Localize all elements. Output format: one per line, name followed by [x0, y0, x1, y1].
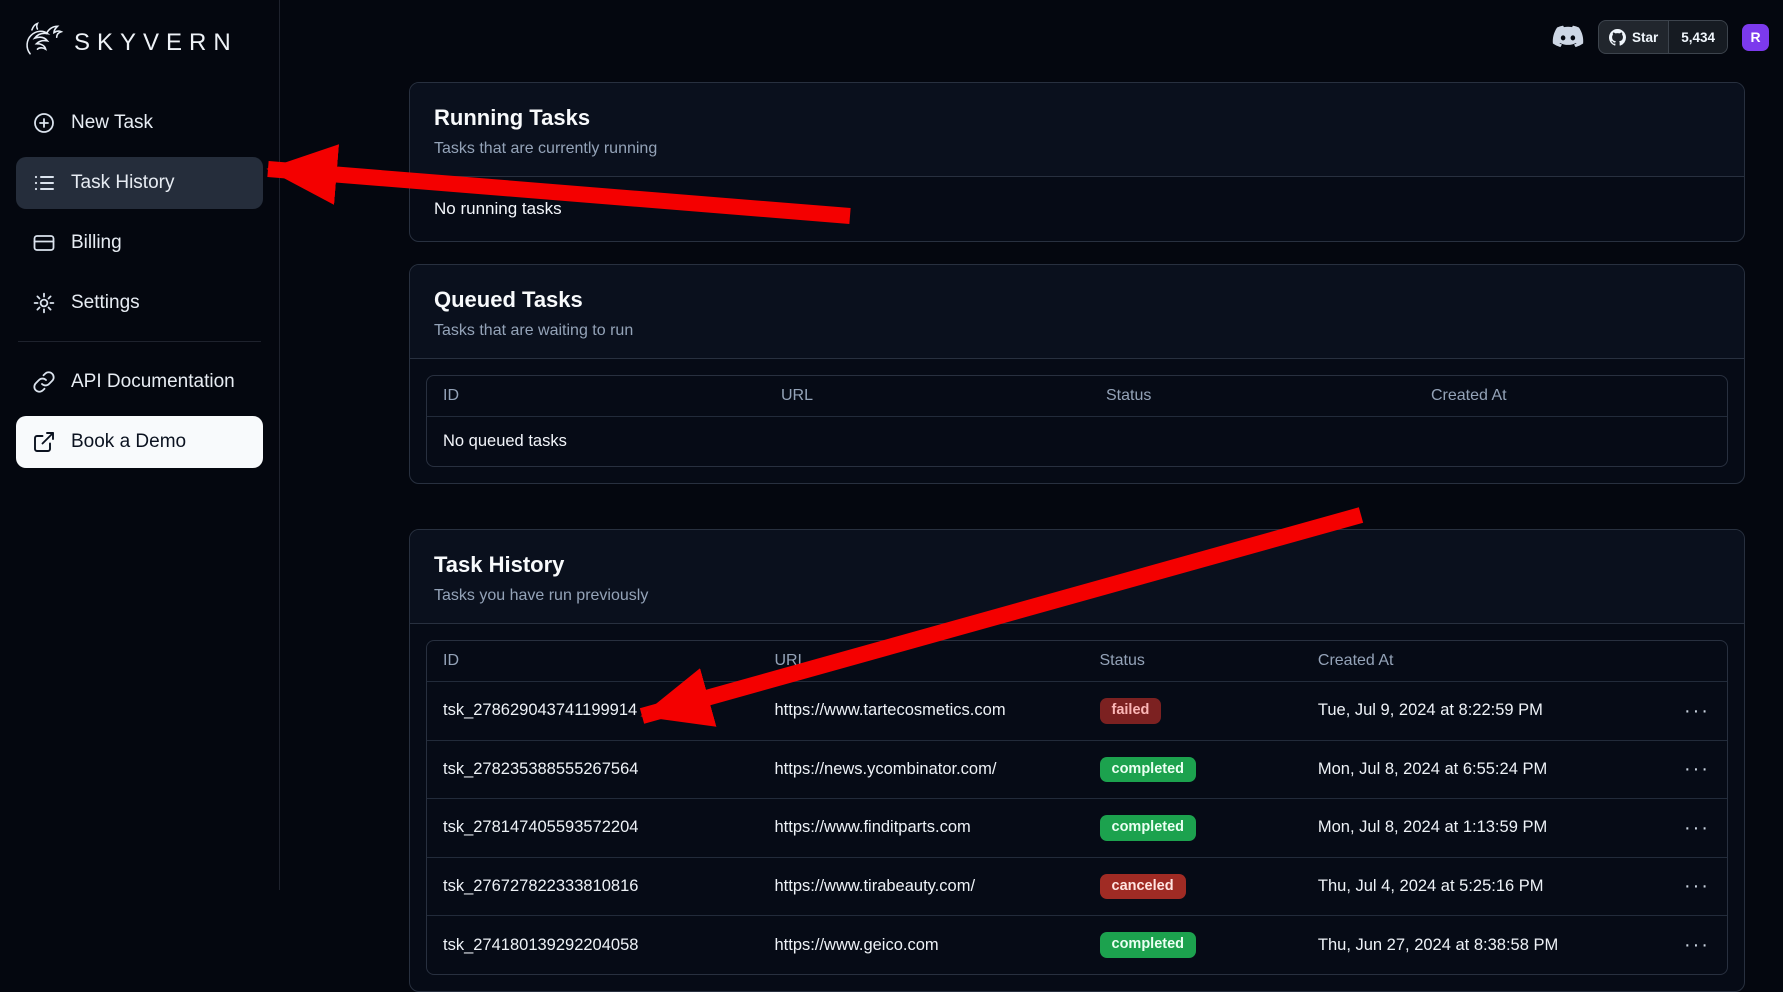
nav-label: Book a Demo — [71, 431, 186, 453]
status-badge: completed — [1100, 932, 1197, 958]
task-url-cell: https://news.ycombinator.com/ — [759, 744, 1084, 795]
avatar-initial: R — [1751, 29, 1761, 45]
skyvern-logo — [20, 18, 64, 67]
github-star-widget[interactable]: Star 5,434 — [1598, 20, 1728, 54]
running-tasks-title: Running Tasks — [434, 105, 1720, 131]
queued-tasks-table: ID URL Status Created At No queued tasks — [426, 375, 1728, 467]
sidebar-item-api-documentation[interactable]: API Documentation — [16, 356, 263, 408]
table-row[interactable]: tsk_276727822333810816 https://www.tirab… — [427, 857, 1727, 916]
task-url-cell: https://www.tirabeauty.com/ — [759, 861, 1084, 912]
running-tasks-subtitle: Tasks that are currently running — [434, 140, 1720, 158]
sidebar: SKYVERN New Task Task History Billing S — [0, 0, 280, 890]
queued-tasks-title: Queued Tasks — [434, 287, 1720, 313]
empty-row: No queued tasks — [427, 416, 1727, 466]
table-row[interactable]: tsk_278235388555267564 https://news.ycom… — [427, 740, 1727, 799]
task-history-table: ID URL Status Created At tsk_27862904374… — [426, 640, 1728, 975]
column-header-status: Status — [1090, 376, 1415, 416]
sidebar-item-settings[interactable]: Settings — [16, 277, 263, 329]
running-tasks-card: Running Tasks Tasks that are currently r… — [409, 82, 1745, 242]
nav-label: API Documentation — [71, 371, 235, 393]
sidebar-item-new-task[interactable]: New Task — [16, 97, 263, 149]
column-header-id: ID — [427, 376, 765, 416]
list-icon — [32, 171, 56, 195]
topbar: Star 5,434 R SI — [1552, 18, 1783, 56]
table-row[interactable]: tsk_278147405593572204 https://www.findi… — [427, 798, 1727, 857]
task-id-cell: tsk_278147405593572204 — [427, 802, 759, 853]
queued-tasks-subtitle: Tasks that are waiting to run — [434, 322, 1720, 340]
status-badge: completed — [1100, 815, 1197, 841]
sidebar-item-task-history[interactable]: Task History — [16, 157, 263, 209]
table-header-row: ID URL Status Created At — [427, 376, 1727, 416]
column-header-url: URL — [765, 376, 1090, 416]
row-actions-button[interactable]: ··· — [1678, 757, 1716, 781]
plus-circle-icon — [32, 111, 56, 135]
task-id-cell: tsk_278629043741199914 — [427, 685, 759, 736]
table-header-row: ID URL Status Created At — [427, 641, 1727, 681]
created-at-cell: Mon, Jul 8, 2024 at 1:13:59 PM — [1302, 802, 1662, 853]
task-history-card: Task History Tasks you have run previous… — [409, 529, 1745, 992]
external-link-icon — [32, 430, 56, 454]
github-star-count: 5,434 — [1669, 21, 1727, 53]
running-tasks-empty-state: No running tasks — [410, 177, 1744, 241]
status-badge: canceled — [1100, 874, 1186, 900]
row-actions-button[interactable]: ··· — [1678, 699, 1716, 723]
sidebar-item-billing[interactable]: Billing — [16, 217, 263, 269]
table-row[interactable]: tsk_278629043741199914 https://www.tarte… — [427, 681, 1727, 740]
task-url-cell: https://www.tartecosmetics.com — [759, 685, 1084, 736]
brand: SKYVERN — [16, 16, 263, 69]
sidebar-item-book-a-demo[interactable]: Book a Demo — [16, 416, 263, 468]
column-header-actions — [1662, 650, 1727, 672]
task-url-cell: https://www.geico.com — [759, 920, 1084, 971]
task-history-subtitle: Tasks you have run previously — [434, 587, 1720, 605]
nav-label: New Task — [71, 112, 153, 134]
column-header-url: URL — [759, 641, 1084, 681]
created-at-cell: Thu, Jul 4, 2024 at 5:25:16 PM — [1302, 861, 1662, 912]
row-actions-button[interactable]: ··· — [1678, 816, 1716, 840]
task-url-cell: https://www.finditparts.com — [759, 802, 1084, 853]
github-star-label: Star — [1632, 30, 1658, 45]
created-at-cell: Tue, Jul 9, 2024 at 8:22:59 PM — [1302, 685, 1662, 736]
brand-name: SKYVERN — [74, 29, 238, 57]
sidebar-nav: New Task Task History Billing Settings — [16, 97, 263, 329]
task-id-cell: tsk_274180139292204058 — [427, 920, 759, 971]
queued-tasks-header: Queued Tasks Tasks that are waiting to r… — [410, 265, 1744, 359]
main-content: Running Tasks Tasks that are currently r… — [409, 82, 1745, 992]
discord-icon[interactable] — [1552, 25, 1584, 50]
column-header-id: ID — [427, 641, 759, 681]
gear-icon — [32, 291, 56, 315]
github-icon — [1609, 29, 1626, 46]
task-history-header: Task History Tasks you have run previous… — [410, 530, 1744, 624]
table-row[interactable]: tsk_274180139292204058 https://www.geico… — [427, 915, 1727, 974]
running-tasks-header: Running Tasks Tasks that are currently r… — [410, 83, 1744, 177]
task-id-cell: tsk_276727822333810816 — [427, 861, 759, 912]
column-header-created-at: Created At — [1302, 641, 1662, 681]
task-history-title: Task History — [434, 552, 1720, 578]
column-header-created-at: Created At — [1415, 376, 1727, 416]
credit-card-icon — [32, 231, 56, 255]
status-badge: completed — [1100, 757, 1197, 783]
sidebar-divider — [18, 341, 261, 342]
nav-label: Task History — [71, 172, 174, 194]
created-at-cell: Mon, Jul 8, 2024 at 6:55:24 PM — [1302, 744, 1662, 795]
nav-label: Settings — [71, 292, 140, 314]
task-id-cell: tsk_278235388555267564 — [427, 744, 759, 795]
created-at-cell: Thu, Jun 27, 2024 at 8:38:58 PM — [1302, 920, 1662, 971]
row-actions-button[interactable]: ··· — [1678, 874, 1716, 898]
status-badge: failed — [1100, 698, 1162, 724]
queued-tasks-card: Queued Tasks Tasks that are waiting to r… — [409, 264, 1745, 484]
row-actions-button[interactable]: ··· — [1678, 933, 1716, 957]
link-icon — [32, 370, 56, 394]
nav-label: Billing — [71, 232, 122, 254]
column-header-status: Status — [1084, 641, 1302, 681]
queued-tasks-empty-state: No queued tasks — [427, 417, 1727, 466]
avatar[interactable]: R — [1742, 24, 1769, 51]
